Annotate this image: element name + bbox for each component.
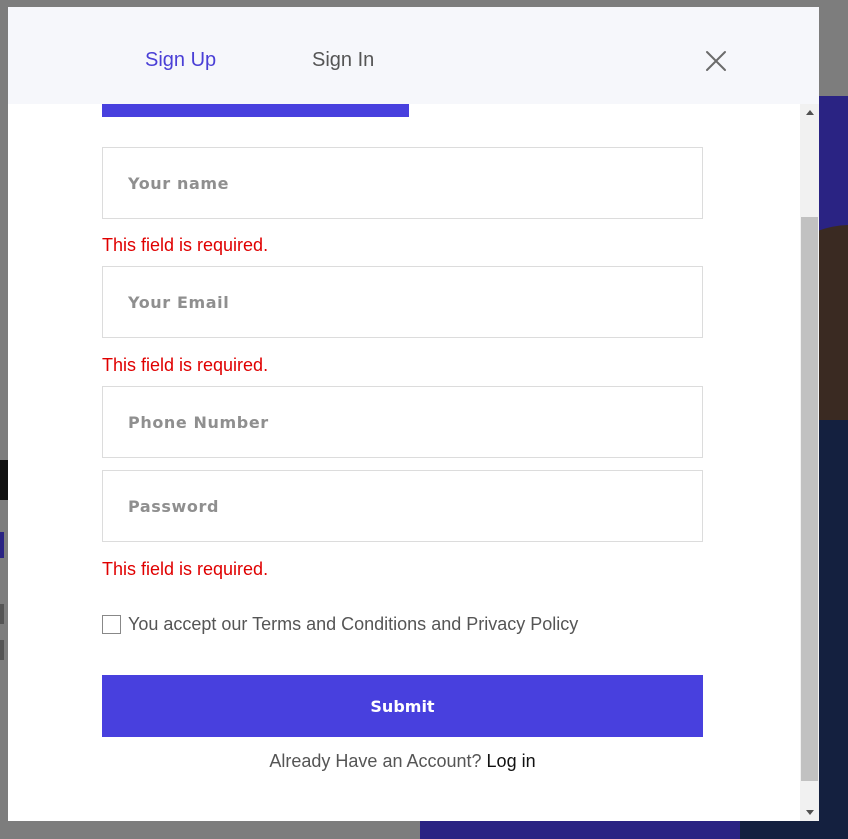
background-subheading-fragment xyxy=(0,532,4,558)
phone-field[interactable] xyxy=(102,386,703,458)
background-text-fragment xyxy=(0,604,4,624)
password-field[interactable] xyxy=(102,470,703,542)
tab-sign-in[interactable]: Sign In xyxy=(312,49,374,72)
name-error-message: This field is required. xyxy=(102,235,269,255)
scroll-down-button[interactable] xyxy=(800,804,819,821)
email-error-message: This field is required. xyxy=(102,355,269,375)
signup-modal: Sign Up Sign In This field is required. … xyxy=(8,7,819,821)
log-in-link[interactable]: Log in xyxy=(487,751,536,771)
arrow-down-icon xyxy=(805,810,814,815)
close-button[interactable] xyxy=(704,49,728,73)
scroll-up-button[interactable] xyxy=(800,104,819,121)
form-scroll-area: This field is required. This field is re… xyxy=(8,104,819,821)
terms-checkbox[interactable] xyxy=(102,615,121,634)
submit-button[interactable]: Submit xyxy=(102,675,703,737)
close-icon xyxy=(706,51,726,71)
background-text-fragment xyxy=(0,640,4,660)
modal-header: Sign Up Sign In xyxy=(8,7,819,104)
login-prompt-text: Already Have an Account? xyxy=(269,751,482,771)
phone-input[interactable] xyxy=(103,387,702,457)
background-heading-fragment xyxy=(0,460,8,500)
terms-label[interactable]: You accept our Terms and Conditions and … xyxy=(128,614,578,635)
password-input[interactable] xyxy=(103,471,702,541)
scrollbar-thumb[interactable] xyxy=(801,217,818,781)
password-error-message: This field is required. xyxy=(102,559,269,579)
vertical-scrollbar[interactable] xyxy=(800,104,819,821)
active-tab-indicator xyxy=(102,104,409,117)
email-input[interactable] xyxy=(103,267,702,337)
email-field[interactable] xyxy=(102,266,703,338)
terms-row: You accept our Terms and Conditions and … xyxy=(102,614,578,635)
name-field[interactable] xyxy=(102,147,703,219)
tab-sign-up[interactable]: Sign Up xyxy=(145,49,216,72)
name-input[interactable] xyxy=(103,148,702,218)
arrow-up-icon xyxy=(805,110,814,115)
login-prompt-row: Already Have an Account? Log in xyxy=(8,751,797,772)
